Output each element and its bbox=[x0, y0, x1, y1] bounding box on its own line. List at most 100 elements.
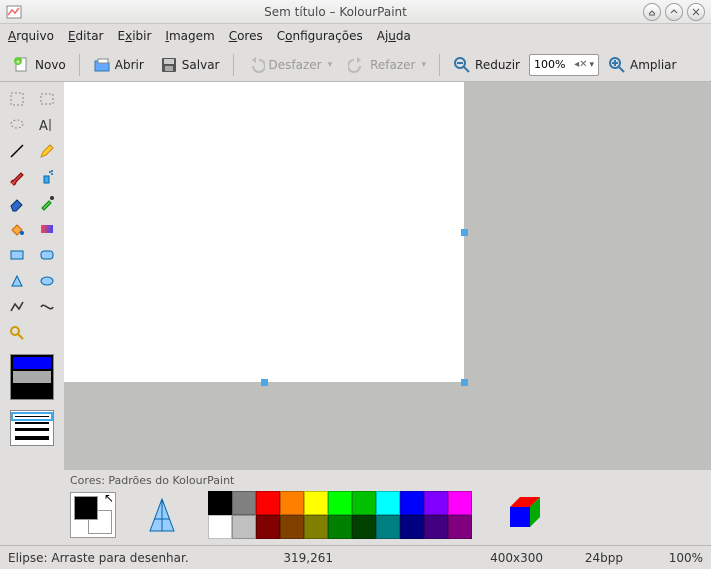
chevron-down-icon[interactable]: ▾ bbox=[589, 60, 594, 70]
color-swatch[interactable] bbox=[232, 491, 256, 515]
close-button[interactable] bbox=[687, 3, 705, 21]
tool-line[interactable] bbox=[5, 140, 29, 162]
color-panel-title: Cores: Padrões do KolourPaint bbox=[70, 474, 705, 487]
new-label: Novo bbox=[35, 58, 66, 72]
tool-roundrect[interactable] bbox=[35, 244, 59, 266]
tool-polyline[interactable] bbox=[5, 296, 29, 318]
swap-colors-icon[interactable]: ↖ bbox=[104, 491, 114, 505]
tool-ellipse[interactable] bbox=[35, 270, 59, 292]
color-swatch[interactable] bbox=[400, 515, 424, 539]
window-title: Sem título – KolourPaint bbox=[28, 5, 643, 19]
color-swatch[interactable] bbox=[232, 515, 256, 539]
menu-imagem[interactable]: Imagem bbox=[165, 29, 214, 43]
new-button[interactable]: + Novo bbox=[6, 51, 73, 79]
menu-exibir[interactable]: Exibir bbox=[118, 29, 152, 43]
color-swatch[interactable] bbox=[208, 491, 232, 515]
tool-rect[interactable] bbox=[5, 244, 29, 266]
save-label: Salvar bbox=[182, 58, 220, 72]
zoom-in-button[interactable]: Ampliar bbox=[601, 51, 683, 79]
zoom-out-label: Reduzir bbox=[475, 58, 520, 72]
status-depth: 24bpp bbox=[563, 551, 623, 565]
resize-handle[interactable] bbox=[261, 379, 268, 386]
color-swatch[interactable] bbox=[256, 491, 280, 515]
tool-zoom[interactable] bbox=[5, 322, 29, 344]
tool-brush[interactable] bbox=[5, 166, 29, 188]
save-button[interactable]: Salvar bbox=[153, 51, 227, 79]
zoom-in-label: Ampliar bbox=[630, 58, 676, 72]
undo-label: Desfazer bbox=[269, 58, 322, 72]
color-swatch[interactable] bbox=[304, 491, 328, 515]
color-swatch[interactable] bbox=[328, 491, 352, 515]
color-swatch[interactable] bbox=[352, 515, 376, 539]
tool-picker[interactable] bbox=[35, 192, 59, 214]
color-palette bbox=[208, 491, 472, 539]
zoom-value: 100% bbox=[534, 58, 565, 71]
color-swatch[interactable] bbox=[208, 515, 232, 539]
status-position: 319,261 bbox=[273, 551, 333, 565]
toolbox: A bbox=[0, 82, 64, 470]
tool-rect-select[interactable] bbox=[35, 88, 59, 110]
status-dimensions: 400x300 bbox=[483, 551, 543, 565]
menu-cores[interactable]: Cores bbox=[229, 29, 263, 43]
fg-bg-selector[interactable]: ↖ bbox=[70, 492, 116, 538]
color-swatch[interactable] bbox=[376, 515, 400, 539]
redo-label: Refazer bbox=[370, 58, 415, 72]
menu-editar[interactable]: Editar bbox=[68, 29, 104, 43]
tool-pencil[interactable] bbox=[35, 140, 59, 162]
tool-lasso[interactable] bbox=[5, 114, 29, 136]
color-swatch[interactable] bbox=[280, 491, 304, 515]
tool-spray[interactable] bbox=[35, 166, 59, 188]
fg-color[interactable] bbox=[74, 496, 98, 520]
tool-line-width[interactable] bbox=[10, 410, 54, 446]
tool-polygon[interactable] bbox=[5, 270, 29, 292]
color-swatch[interactable] bbox=[304, 515, 328, 539]
tool-curve[interactable] bbox=[35, 296, 59, 318]
color-swatch[interactable] bbox=[352, 491, 376, 515]
main-toolbar: + Novo Abrir Salvar Desfazer ▾ Refazer ▾… bbox=[0, 48, 711, 82]
tool-free-select[interactable] bbox=[5, 88, 29, 110]
zoom-field[interactable]: 100% ◂✕ ▾ bbox=[529, 54, 599, 76]
canvas[interactable] bbox=[64, 82, 464, 382]
open-label: Abrir bbox=[115, 58, 144, 72]
menu-bar: Arquivo Editar Exibir Imagem Cores Confi… bbox=[0, 24, 711, 48]
open-button[interactable]: Abrir bbox=[86, 51, 151, 79]
maximize-button[interactable] bbox=[665, 3, 683, 21]
color-swatch[interactable] bbox=[448, 491, 472, 515]
status-zoom: 100% bbox=[643, 551, 703, 565]
tool-eraser[interactable] bbox=[5, 192, 29, 214]
color-swatch[interactable] bbox=[256, 515, 280, 539]
redo-button: Refazer ▾ bbox=[341, 51, 433, 79]
canvas-viewport[interactable] bbox=[64, 82, 711, 470]
color-panel: Cores: Padrões do KolourPaint ↖ bbox=[64, 470, 711, 545]
menu-ajuda[interactable]: Ajuda bbox=[377, 29, 411, 43]
minimize-button[interactable] bbox=[643, 3, 661, 21]
tool-fill-style[interactable] bbox=[10, 354, 54, 400]
zoom-out-button[interactable]: Reduzir bbox=[446, 51, 527, 79]
work-area: A bbox=[0, 82, 711, 470]
menu-arquivo[interactable]: Arquivo bbox=[8, 29, 54, 43]
status-hint: Elipse: Arraste para desenhar. bbox=[8, 551, 189, 565]
color-swatch[interactable] bbox=[280, 515, 304, 539]
svg-text:A: A bbox=[39, 119, 48, 134]
tool-fill[interactable] bbox=[5, 218, 29, 240]
menu-config[interactable]: Configurações bbox=[277, 29, 363, 43]
resize-handle[interactable] bbox=[461, 379, 468, 386]
color-swatch[interactable] bbox=[376, 491, 400, 515]
color-cube[interactable] bbox=[500, 492, 546, 538]
chevron-down-icon: ▾ bbox=[421, 60, 426, 70]
transparency-preview[interactable] bbox=[144, 492, 180, 538]
chevron-down-icon: ▾ bbox=[328, 60, 333, 70]
color-swatch[interactable] bbox=[424, 491, 448, 515]
color-swatch[interactable] bbox=[400, 491, 424, 515]
clear-icon[interactable]: ◂✕ bbox=[574, 59, 587, 70]
color-swatch[interactable] bbox=[424, 515, 448, 539]
resize-handle[interactable] bbox=[461, 229, 468, 236]
color-swatch[interactable] bbox=[448, 515, 472, 539]
status-bar: Elipse: Arraste para desenhar. 319,261 4… bbox=[0, 545, 711, 569]
color-swatch[interactable] bbox=[328, 515, 352, 539]
app-icon bbox=[6, 4, 22, 20]
undo-button: Desfazer ▾ bbox=[240, 51, 340, 79]
svg-text:+: + bbox=[15, 58, 21, 66]
tool-text[interactable]: A bbox=[35, 114, 59, 136]
tool-gradient[interactable] bbox=[35, 218, 59, 240]
